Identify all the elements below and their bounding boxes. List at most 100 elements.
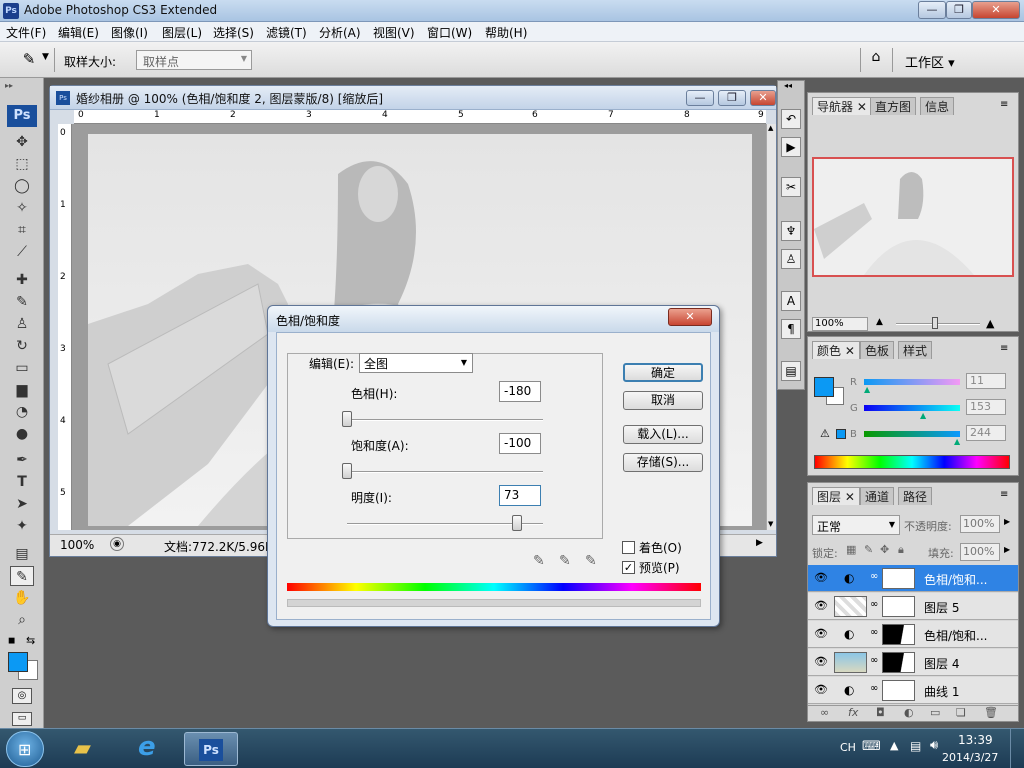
close-button[interactable]: ✕ — [972, 1, 1020, 19]
layer-mask-thumbnail[interactable] — [882, 652, 915, 673]
start-button[interactable]: ⊞ — [6, 731, 44, 767]
menu-select[interactable]: 选择(S) — [213, 24, 254, 41]
tab-channels[interactable]: 通道 — [860, 487, 895, 505]
new-adjustment-icon[interactable]: ◐ — [904, 706, 914, 719]
delete-layer-icon[interactable]: 🗑︎ — [984, 706, 998, 719]
restore-button[interactable]: ❐ — [946, 1, 972, 19]
menu-help[interactable]: 帮助(H) — [485, 24, 527, 41]
document-minimize-button[interactable]: — — [686, 90, 714, 106]
network-icon[interactable]: ▤ — [910, 739, 921, 753]
new-group-icon[interactable]: ▭ — [930, 706, 940, 719]
green-slider-track[interactable] — [864, 405, 960, 411]
blue-slider-track[interactable] — [864, 431, 960, 437]
dodge-tool-icon[interactable]: ● — [10, 424, 34, 444]
layer-row[interactable]: 👁︎ ∞ 图层 5 — [808, 593, 1018, 620]
lasso-tool-icon[interactable]: ◯ — [10, 176, 34, 196]
status-info-icon[interactable]: ◉ — [110, 537, 124, 551]
tab-paths[interactable]: 路径 — [898, 487, 933, 505]
color-ramp[interactable] — [814, 455, 1010, 469]
red-slider-handle[interactable]: ▲ — [864, 385, 870, 394]
layer-style-icon[interactable]: fx — [848, 706, 858, 719]
saturation-slider[interactable] — [347, 471, 543, 473]
tab-navigator[interactable]: 导航器 ✕ — [812, 97, 872, 115]
photoshop-taskbar-button[interactable]: Ps — [184, 732, 238, 766]
layer-row[interactable]: 👁︎ ∞ 图层 4 — [808, 649, 1018, 676]
layer-mask-thumbnail[interactable] — [882, 568, 915, 589]
foreground-color-swatch[interactable] — [8, 652, 28, 672]
link-icon[interactable]: ∞ — [870, 599, 878, 610]
ps-logo-badge[interactable]: Ps — [7, 105, 37, 127]
menu-image[interactable]: 图像(I) — [111, 24, 148, 41]
hue-input[interactable]: -180 — [499, 381, 541, 402]
tab-layers[interactable]: 图层 ✕ — [812, 487, 860, 505]
red-value-field[interactable]: 11 — [966, 373, 1006, 389]
colorize-checkbox[interactable] — [622, 541, 635, 554]
layer-mask-thumbnail[interactable] — [882, 624, 915, 645]
notes-tool-icon[interactable]: ▤ — [10, 544, 34, 564]
green-slider-handle[interactable]: ▲ — [920, 411, 926, 420]
add-mask-icon[interactable]: ◘ — [876, 706, 885, 719]
layer-thumbnail[interactable] — [834, 652, 867, 673]
tab-swatches[interactable]: 色板 — [860, 341, 895, 359]
link-icon[interactable]: ∞ — [870, 655, 878, 666]
lightness-input[interactable]: 73 — [499, 485, 541, 506]
panel-menu-icon[interactable]: ≡ — [1000, 343, 1008, 354]
layer-row[interactable]: 👁︎ ◐ ∞ 色相/饱和... — [808, 621, 1018, 648]
swap-colors-icon[interactable]: ⇆ — [26, 634, 35, 647]
menu-analysis[interactable]: 分析(A) — [319, 24, 361, 41]
default-colors-icon[interactable]: ◼ — [8, 636, 15, 646]
fill-arrow-icon[interactable]: ▶ — [1004, 545, 1010, 554]
screen-mode-icon[interactable]: ▭ — [12, 712, 32, 726]
gamut-color-chip[interactable] — [836, 429, 846, 439]
hue-slider-thumb[interactable] — [342, 411, 352, 427]
history-panel-icon[interactable]: ↶ — [781, 109, 801, 129]
panel-menu-icon[interactable]: ≡ — [1000, 99, 1008, 110]
zoom-in-icon[interactable]: ▲ — [986, 317, 994, 330]
vertical-scrollbar[interactable]: ▲ ▼ — [766, 124, 776, 530]
slice-tool-icon[interactable]: ⟋ — [10, 242, 34, 262]
brush-tool-icon[interactable]: ✎ — [10, 292, 34, 312]
history-brush-tool-icon[interactable]: ↻ — [10, 336, 34, 356]
keyboard-icon[interactable]: ⌨ — [862, 739, 881, 754]
menu-window[interactable]: 窗口(W) — [427, 24, 472, 41]
blue-value-field[interactable]: 244 — [966, 425, 1006, 441]
document-title-bar[interactable]: Ps 婚纱相册 @ 100% (色相/饱和度 2, 图层蒙版/8) [缩放后] … — [50, 86, 776, 110]
lock-position-icon[interactable]: ✥ — [880, 543, 889, 556]
tab-histogram[interactable]: 直方图 — [870, 97, 917, 115]
saturation-input[interactable]: -100 — [499, 433, 541, 454]
type-tool-icon[interactable]: T — [10, 472, 34, 492]
sample-size-select[interactable]: 取样点 ▼ — [136, 50, 252, 70]
quick-mask-icon[interactable]: ◎ — [12, 688, 32, 704]
marquee-tool-icon[interactable]: ⬚ — [10, 154, 34, 174]
pen-tool-icon[interactable]: ✒ — [10, 450, 34, 470]
paragraph-panel-icon[interactable]: ¶ — [781, 319, 801, 339]
collapse-arrows-icon[interactable]: ▸▸ — [5, 81, 13, 90]
visibility-eye-icon[interactable]: 👁︎ — [814, 599, 828, 612]
menu-file[interactable]: 文件(F) — [6, 24, 46, 41]
menu-view[interactable]: 视图(V) — [373, 24, 415, 41]
link-icon[interactable]: ∞ — [870, 571, 878, 582]
link-layers-icon[interactable]: ∞ — [820, 706, 829, 719]
tab-color[interactable]: 颜色 ✕ — [812, 341, 860, 359]
layer-comps-icon[interactable]: ▤ — [781, 361, 801, 381]
custom-shape-tool-icon[interactable]: ✦ — [10, 516, 34, 536]
blur-tool-icon[interactable]: ◔ — [10, 402, 34, 422]
blend-mode-select[interactable]: 正常 ▼ — [812, 515, 900, 535]
lightness-slider-thumb[interactable] — [511, 515, 522, 531]
close-icon[interactable]: ✕ — [845, 344, 855, 358]
minimize-button[interactable]: — — [918, 1, 946, 19]
tab-info[interactable]: 信息 — [920, 97, 955, 115]
edit-range-select[interactable]: 全图 ▼ — [359, 353, 473, 373]
zoom-level[interactable]: 100% — [60, 538, 94, 552]
navigator-thumbnail[interactable] — [812, 157, 1014, 277]
close-icon[interactable]: ✕ — [845, 490, 855, 504]
dock-expand-icon[interactable]: ◂◂ — [784, 81, 792, 90]
scroll-right-icon[interactable]: ▶ — [756, 538, 763, 548]
path-selection-tool-icon[interactable]: ➤ — [10, 494, 34, 514]
preview-checkbox[interactable]: ✓ — [622, 561, 635, 574]
character-panel-icon[interactable]: A — [781, 291, 801, 311]
layer-row[interactable]: 👁︎ ◐ ∞ 曲线 1 — [808, 677, 1018, 704]
out-of-gamut-warning-icon[interactable]: ⚠ — [820, 427, 830, 440]
crop-tool-icon[interactable]: ⌗ — [10, 220, 34, 240]
tool-preset-chevron-icon[interactable]: ▼ — [42, 52, 49, 62]
